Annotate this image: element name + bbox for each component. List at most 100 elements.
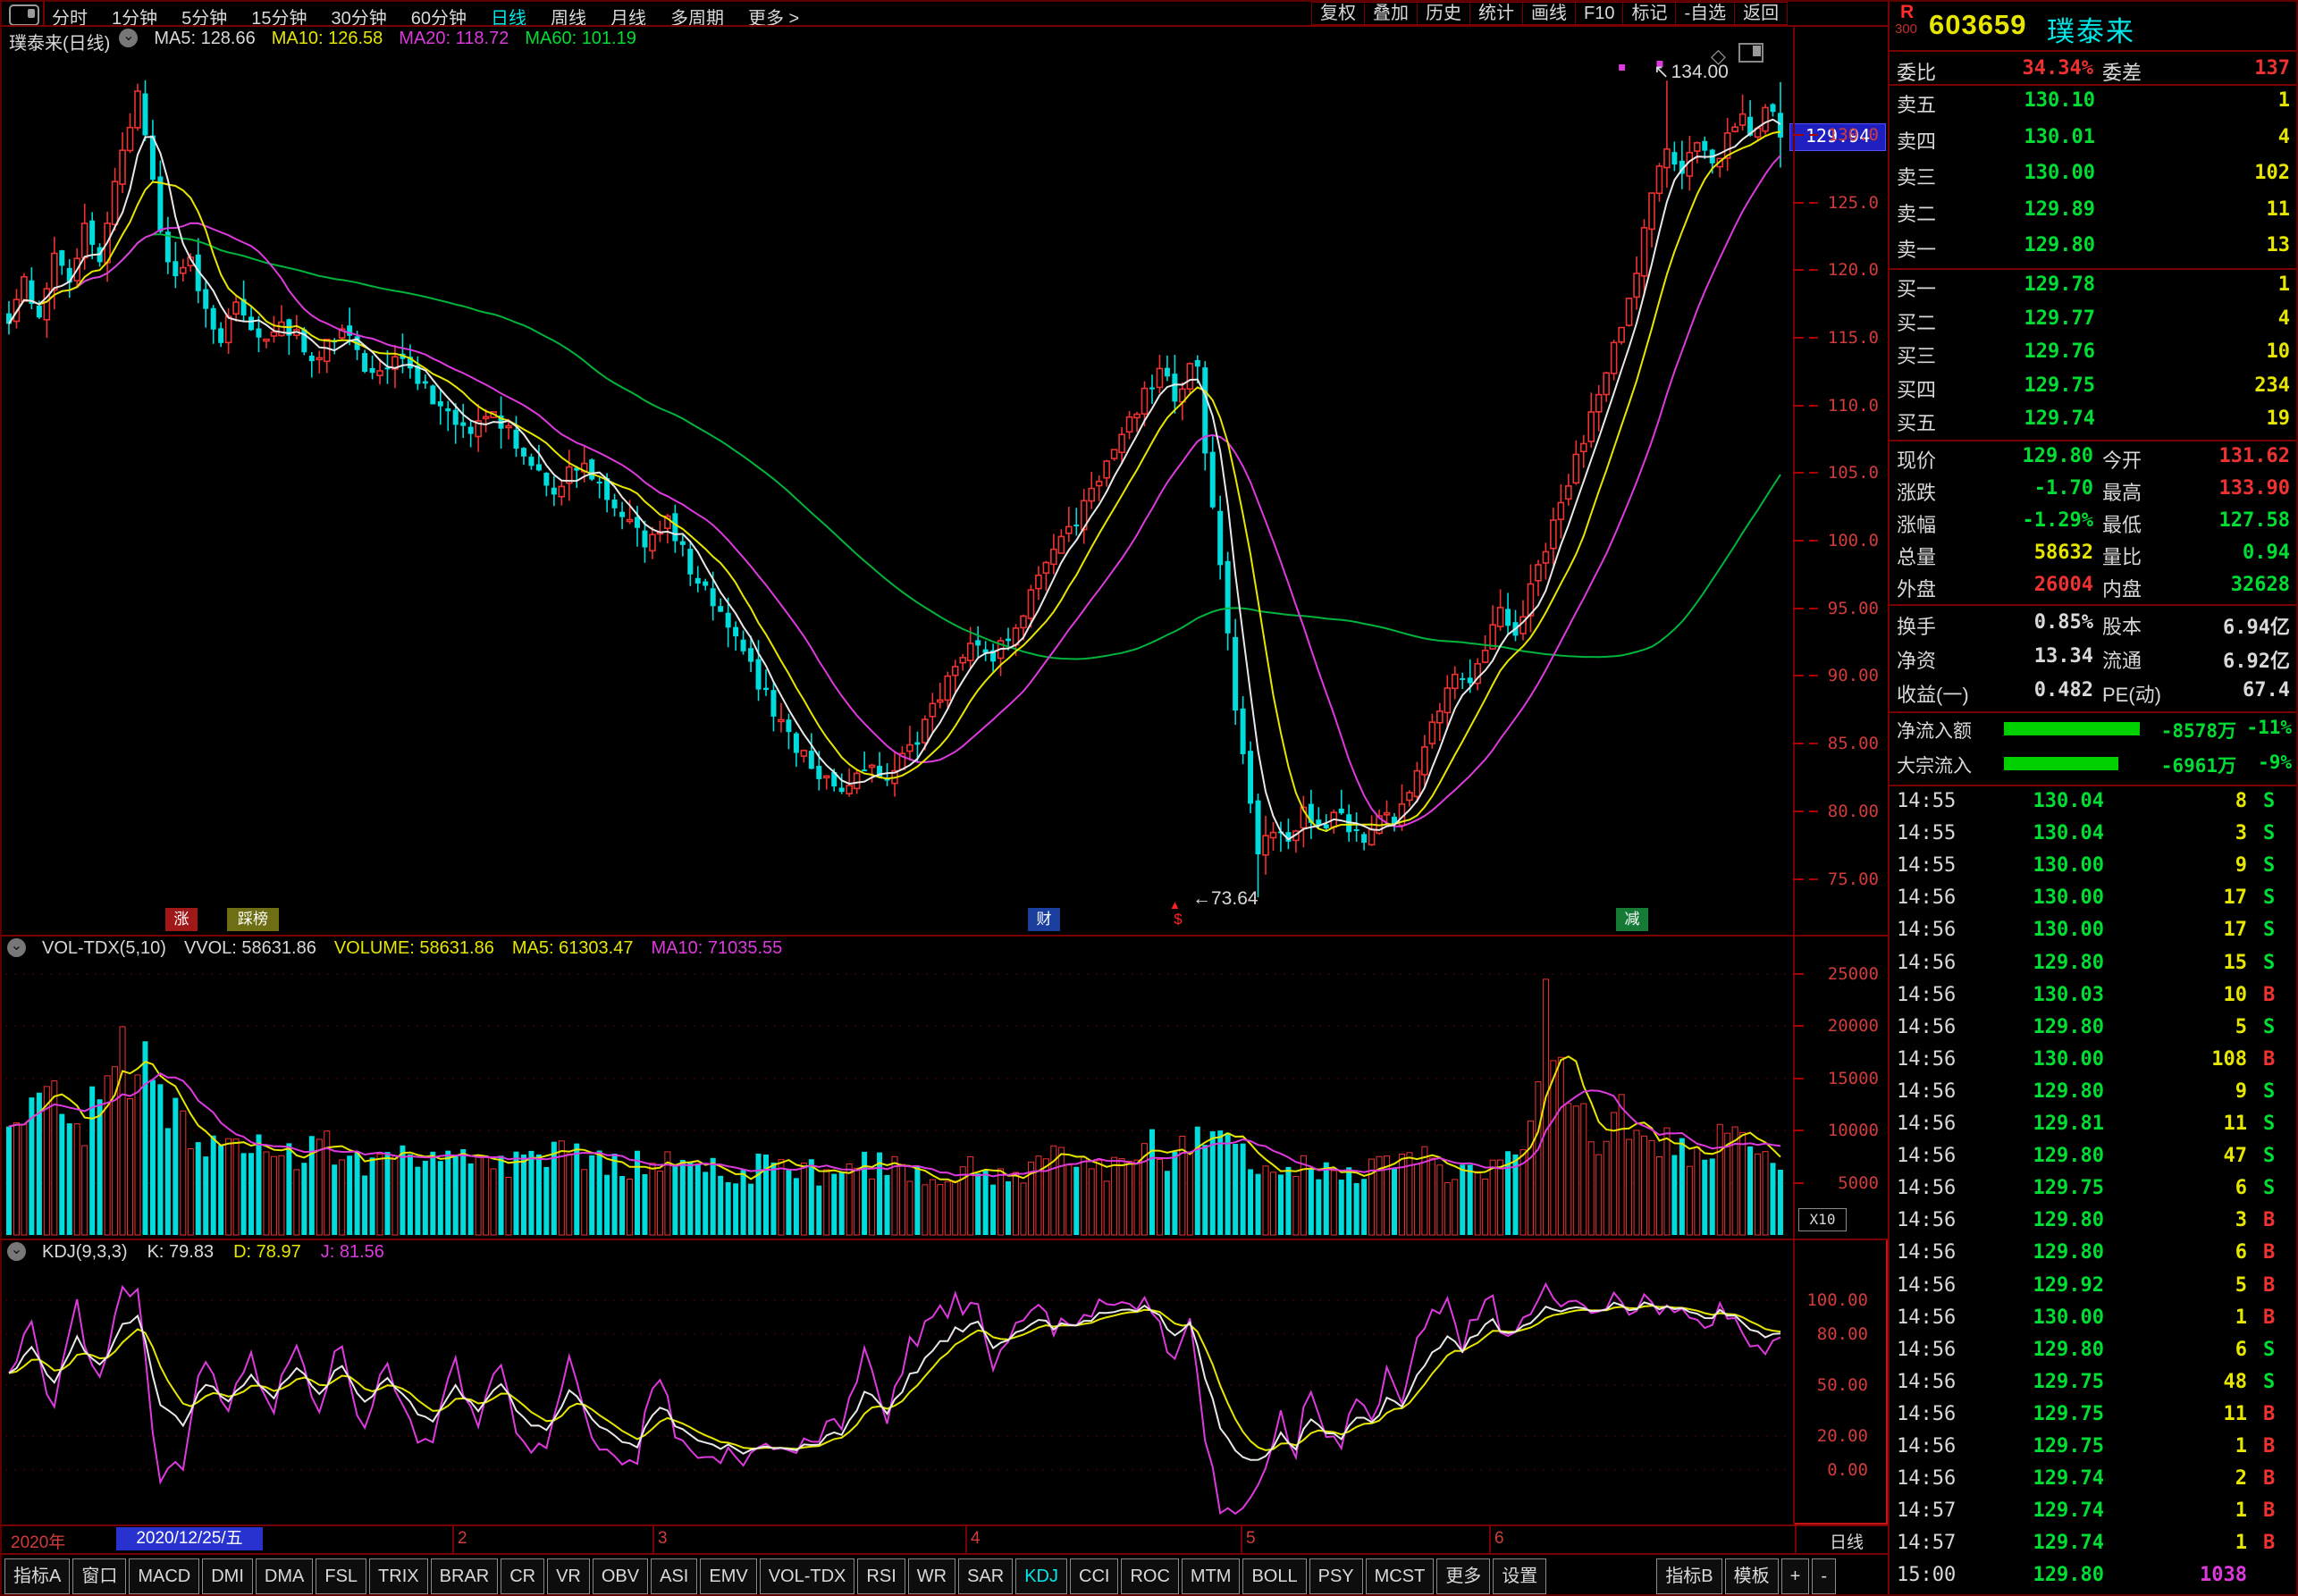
price-axis-dash bbox=[1809, 811, 1818, 812]
indicator-tile-BOLL[interactable]: BOLL bbox=[1242, 1558, 1306, 1594]
bottom-tile-right-0[interactable]: 指标B bbox=[1656, 1558, 1721, 1594]
tick-flag-23: B bbox=[2263, 1532, 2275, 1554]
collapse-chevron-icon[interactable] bbox=[119, 29, 138, 47]
price-axis-tick bbox=[1793, 405, 1804, 407]
tick-time-7: 14:56 bbox=[1897, 1016, 1956, 1038]
tick-price-3: 130.00 bbox=[1988, 886, 2104, 909]
year-label: 2020年 bbox=[11, 1529, 65, 1553]
tick-time-12: 14:56 bbox=[1897, 1177, 1956, 1199]
tick-price-5: 129.80 bbox=[1988, 952, 2104, 974]
indicator-tile-ASI[interactable]: ASI bbox=[651, 1558, 697, 1594]
indicator-tile-RSI[interactable]: RSI bbox=[857, 1558, 905, 1594]
toolbar-button-1[interactable]: 叠加 bbox=[1364, 2, 1418, 25]
toolbar-button-3[interactable]: 统计 bbox=[1469, 2, 1523, 25]
info-v2-0: 6.94亿 bbox=[2167, 611, 2290, 640]
indicator-tile-更多[interactable]: 更多 bbox=[1436, 1558, 1490, 1594]
tick-vol-11: 47 bbox=[2113, 1145, 2247, 1167]
weibi-value: 34.34% bbox=[1961, 57, 2093, 80]
price-axis-dash bbox=[1809, 743, 1818, 744]
bottom-tile-right-2[interactable]: + bbox=[1781, 1558, 1810, 1594]
indicator-tile-SAR[interactable]: SAR bbox=[958, 1558, 1013, 1594]
tick-vol-23: 1 bbox=[2113, 1532, 2247, 1554]
tick-price-19: 129.75 bbox=[1988, 1403, 2104, 1425]
bottom-tile-窗口[interactable]: 窗口 bbox=[72, 1558, 126, 1594]
panel-toggle-icon[interactable] bbox=[1738, 43, 1763, 63]
volume-axis-tick bbox=[1793, 1130, 1804, 1131]
quote-v2-3: 0.94 bbox=[2167, 542, 2290, 564]
indicator-tile-CR[interactable]: CR bbox=[501, 1558, 544, 1594]
window-layout-icon[interactable] bbox=[9, 4, 39, 26]
panel-divider bbox=[1890, 604, 2298, 606]
month-label-2: 4 bbox=[971, 1529, 981, 1549]
toolbar-button-5[interactable]: F10 bbox=[1575, 2, 1623, 25]
bid-row-1-price: 129.78 bbox=[1970, 273, 2095, 296]
indicator-tile-PSY[interactable]: PSY bbox=[1309, 1558, 1363, 1594]
ma-label-0: MA5: 128.66 bbox=[154, 29, 255, 48]
indicator-tile-DMA[interactable]: DMA bbox=[256, 1558, 313, 1594]
ask-row-1-label: 卖一 bbox=[1897, 234, 1936, 263]
volume-axis-tick bbox=[1793, 973, 1804, 975]
toolbar-button-0[interactable]: 复权 bbox=[1311, 2, 1365, 25]
indicator-tile-MACD[interactable]: MACD bbox=[129, 1558, 199, 1594]
tick-time-3: 14:56 bbox=[1897, 886, 1956, 909]
indicator-tile-设置[interactable]: 设置 bbox=[1493, 1558, 1546, 1594]
tick-price-8: 130.00 bbox=[1988, 1048, 2104, 1071]
tick-time-14: 14:56 bbox=[1897, 1241, 1956, 1264]
indicator-tile-TRIX[interactable]: TRIX bbox=[369, 1558, 428, 1594]
price-axis-dash bbox=[1809, 608, 1818, 609]
chart-title: 璞泰来(日线) bbox=[9, 29, 110, 55]
event-marker-2[interactable]: 财 bbox=[1028, 908, 1060, 931]
month-label-3: 5 bbox=[1246, 1529, 1256, 1549]
quote-v1-3: 58632 bbox=[1961, 542, 2093, 564]
stock-chart[interactable] bbox=[2, 2, 1888, 1596]
toolbar-button-2[interactable]: 历史 bbox=[1417, 2, 1470, 25]
event-marker-3[interactable]: $▲ bbox=[1164, 908, 1192, 931]
toolbar-button-4[interactable]: 画线 bbox=[1522, 2, 1576, 25]
bottom-tile-right-1[interactable]: 模板 bbox=[1725, 1558, 1779, 1594]
indicator-tile-WR[interactable]: WR bbox=[908, 1558, 955, 1594]
tick-flag-22: B bbox=[2263, 1499, 2275, 1522]
tick-vol-8: 108 bbox=[2113, 1048, 2247, 1071]
quote-l2-3: 量比 bbox=[2102, 542, 2142, 570]
tick-vol-14: 6 bbox=[2113, 1241, 2247, 1264]
indicator-tile-OBV[interactable]: OBV bbox=[593, 1558, 648, 1594]
indicator-tile-ROC[interactable]: ROC bbox=[1121, 1558, 1178, 1594]
tick-time-4: 14:56 bbox=[1897, 919, 1956, 941]
indicator-tile-DMI[interactable]: DMI bbox=[202, 1558, 253, 1594]
price-axis-tick bbox=[1793, 878, 1804, 880]
tick-price-2: 130.00 bbox=[1988, 854, 2104, 877]
event-marker-0[interactable]: 涨 bbox=[165, 908, 198, 931]
flow-value-1: -6961万 bbox=[2147, 752, 2236, 778]
tick-time-23: 14:57 bbox=[1897, 1532, 1956, 1554]
indicator-tile-BRAR[interactable]: BRAR bbox=[431, 1558, 499, 1594]
indicator-tile-VR[interactable]: VR bbox=[547, 1558, 590, 1594]
indicator-tile-MCST[interactable]: MCST bbox=[1366, 1558, 1435, 1594]
indicator-tile-KDJ[interactable]: KDJ bbox=[1015, 1558, 1067, 1594]
tick-vol-10: 11 bbox=[2113, 1113, 2247, 1135]
tick-vol-12: 6 bbox=[2113, 1177, 2247, 1199]
tick-time-24: 15:00 bbox=[1897, 1564, 1956, 1586]
indicator-tile-EMV[interactable]: EMV bbox=[700, 1558, 756, 1594]
topbar-border bbox=[2, 25, 1888, 27]
collapse-chevron-icon[interactable] bbox=[7, 1242, 26, 1261]
toolbar-button-8[interactable]: 返回 bbox=[1734, 2, 1788, 25]
indicator-tile-MTM[interactable]: MTM bbox=[1182, 1558, 1241, 1594]
indicator-tile-VOL-TDX[interactable]: VOL-TDX bbox=[760, 1558, 855, 1594]
tick-time-21: 14:56 bbox=[1897, 1467, 1956, 1490]
selected-date[interactable]: 2020/12/25/五 bbox=[116, 1527, 263, 1550]
indicator-tile-FSL[interactable]: FSL bbox=[316, 1558, 366, 1594]
bottom-tile-指标A[interactable]: 指标A bbox=[4, 1558, 70, 1594]
ask-row-2-vol: 11 bbox=[2131, 198, 2290, 221]
weicha-label: 委差 bbox=[2102, 57, 2142, 86]
quote-v2-0: 131.62 bbox=[2167, 445, 2290, 467]
toolbar-button-6[interactable]: 标记 bbox=[1622, 2, 1676, 25]
bottom-tile-right-3[interactable]: - bbox=[1812, 1558, 1836, 1594]
tick-time-22: 14:57 bbox=[1897, 1499, 1956, 1522]
toolbar-button-7[interactable]: -自选 bbox=[1675, 2, 1735, 25]
indicator-tile-CCI[interactable]: CCI bbox=[1070, 1558, 1118, 1594]
event-marker-1[interactable]: 踩榜 bbox=[227, 908, 279, 931]
tick-vol-0: 8 bbox=[2113, 790, 2247, 812]
event-marker-4[interactable]: 减 bbox=[1616, 908, 1648, 931]
tick-flag-16: B bbox=[2263, 1306, 2275, 1329]
collapse-chevron-icon[interactable] bbox=[7, 938, 26, 957]
